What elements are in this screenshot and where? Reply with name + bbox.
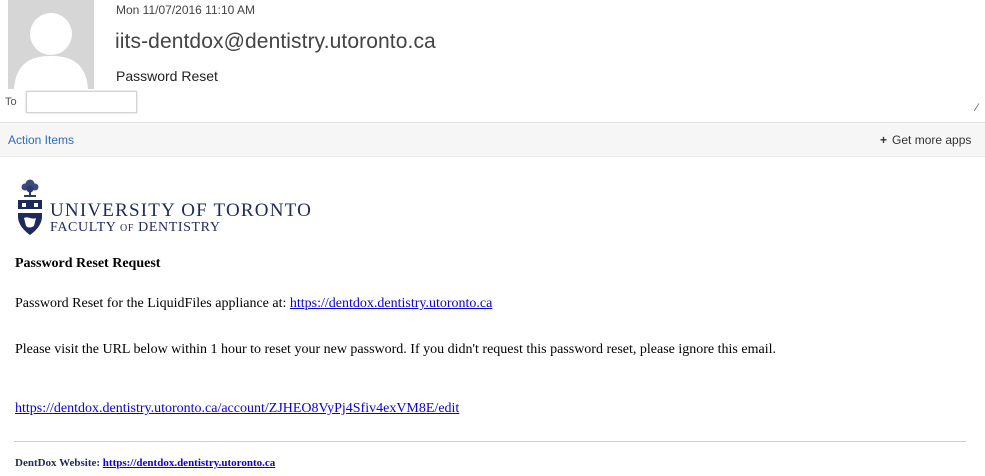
sender-address[interactable]: iits-dentdox@dentistry.utoronto.ca (115, 30, 436, 54)
message-header: Mon 11/07/2016 11:10 AM iits-dentdox@den… (0, 0, 985, 122)
plus-icon: + (880, 133, 888, 147)
university-crest-icon (18, 179, 42, 235)
recipient-field[interactable] (26, 91, 137, 113)
footer-divider (14, 441, 966, 442)
action-bar: Action Items + Get more apps (0, 123, 985, 157)
faculty-of: OF (120, 223, 135, 234)
person-silhouette-icon (8, 0, 94, 89)
appliance-line: Password Reset for the LiquidFiles appli… (15, 296, 492, 312)
message-body: UNIVERSITY OF TORONTO FACULTY OF DENTIST… (0, 160, 985, 476)
faculty-suffix: DENTISTRY (138, 220, 221, 235)
sender-avatar-icon[interactable] (8, 0, 94, 89)
get-more-apps-button[interactable]: + Get more apps (880, 133, 971, 147)
get-more-apps-label: Get more apps (892, 133, 972, 147)
university-name: UNIVERSITY OF TORONTO (50, 200, 313, 221)
email-heading: Password Reset Request (15, 256, 161, 271)
footer-website-link[interactable]: https://dentdox.dentistry.utoronto.ca (103, 457, 275, 469)
appliance-link[interactable]: https://dentdox.dentistry.utoronto.ca (290, 296, 492, 311)
expand-header-icon[interactable]: ⁄ (976, 102, 978, 114)
footer-label: DentDox Website: (15, 457, 101, 469)
message-subject: Password Reset (116, 68, 218, 84)
instruction-text: Please visit the URL below within 1 hour… (15, 342, 776, 357)
reset-url-link[interactable]: https://dentdox.dentistry.utoronto.ca/ac… (15, 401, 459, 417)
appliance-text: Password Reset for the LiquidFiles appli… (15, 296, 287, 311)
message-datetime: Mon 11/07/2016 11:10 AM (116, 3, 255, 17)
to-label: To (5, 96, 17, 108)
university-logo: UNIVERSITY OF TORONTO FACULTY OF DENTIST… (16, 178, 376, 238)
footer: DentDox Website: https://dentdox.dentist… (15, 457, 275, 469)
faculty-prefix: FACULTY (50, 220, 116, 235)
action-items-link[interactable]: Action Items (8, 133, 74, 147)
faculty-name: FACULTY OF DENTISTRY (50, 220, 221, 236)
